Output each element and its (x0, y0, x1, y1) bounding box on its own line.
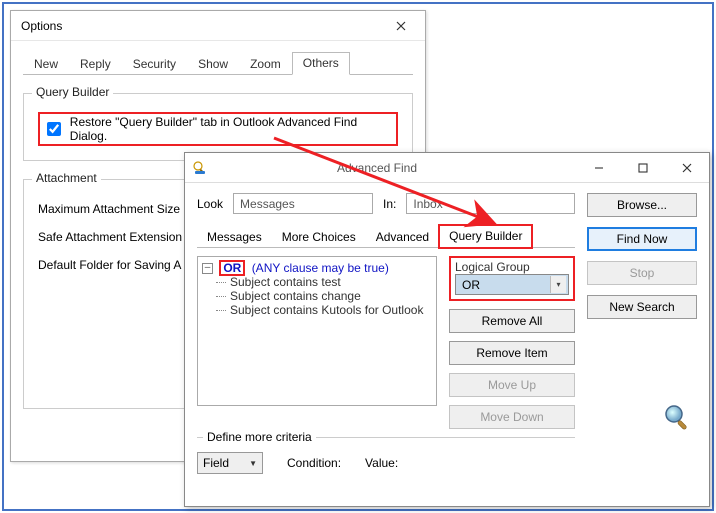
stop-button[interactable]: Stop (587, 261, 697, 285)
tab-security[interactable]: Security (122, 53, 187, 75)
options-close-button[interactable] (381, 12, 421, 40)
criteria-tree[interactable]: – OR (ANY clause may be true) Subject co… (197, 256, 437, 406)
triangle-down-icon: ▼ (249, 459, 257, 468)
define-more-criteria-group: Define more criteria Field▼ Condition: V… (197, 437, 575, 474)
remove-item-button[interactable]: Remove Item (449, 341, 575, 365)
define-legend: Define more criteria (203, 430, 316, 444)
restore-qb-row: Restore "Query Builder" tab in Outlook A… (38, 112, 398, 146)
remove-all-button[interactable]: Remove All (449, 309, 575, 333)
move-up-button[interactable]: Move Up (449, 373, 575, 397)
minimize-button[interactable] (577, 153, 621, 182)
af-tab-messages[interactable]: Messages (197, 226, 272, 248)
advanced-find-window: Advanced Find Look Messages In: Inbox Me… (184, 152, 710, 507)
tree-root-or[interactable]: OR (220, 261, 244, 275)
in-field[interactable]: Inbox (406, 193, 575, 214)
look-label: Look (197, 197, 223, 211)
query-builder-legend: Query Builder (32, 85, 113, 99)
logical-group-combo[interactable]: OR ▾ (455, 274, 569, 295)
look-field[interactable]: Messages (233, 193, 373, 214)
af-tab-advanced[interactable]: Advanced (366, 226, 439, 248)
tree-clause: Subject contains Kutools for Outlook (220, 303, 432, 317)
tab-others[interactable]: Others (292, 52, 350, 75)
af-tabstrip: Messages More Choices Advanced Query Bui… (197, 224, 575, 248)
query-builder-groupbox: Query Builder Restore "Query Builder" ta… (23, 93, 413, 161)
new-search-button[interactable]: New Search (587, 295, 697, 319)
options-title: Options (21, 19, 62, 33)
af-tab-query-builder[interactable]: Query Builder (439, 225, 532, 248)
options-titlebar: Options (11, 11, 425, 41)
restore-qb-checkbox[interactable] (47, 122, 61, 136)
field-button[interactable]: Field▼ (197, 452, 263, 474)
in-label: In: (383, 197, 396, 211)
tab-reply[interactable]: Reply (69, 53, 122, 75)
chevron-down-icon: ▾ (550, 276, 566, 293)
close-button[interactable] (665, 153, 709, 182)
move-down-button[interactable]: Move Down (449, 405, 575, 429)
tree-clause: Subject contains test (220, 275, 432, 289)
tree-root-hint: (ANY clause may be true) (252, 261, 389, 275)
close-icon (396, 21, 406, 31)
attachment-legend: Attachment (32, 171, 101, 185)
tree-clause: Subject contains change (220, 289, 432, 303)
magnifier-icon (663, 403, 691, 434)
value-label: Value: (365, 456, 398, 470)
logical-group-label: Logical Group (455, 260, 569, 274)
tab-new[interactable]: New (23, 53, 69, 75)
tab-show[interactable]: Show (187, 53, 239, 75)
options-tabstrip: New Reply Security Show Zoom Others (23, 51, 413, 75)
maximize-button[interactable] (621, 153, 665, 182)
condition-label: Condition: (287, 456, 341, 470)
restore-qb-label: Restore "Query Builder" tab in Outlook A… (70, 115, 393, 143)
tab-zoom[interactable]: Zoom (239, 53, 292, 75)
tree-collapse-icon[interactable]: – (202, 263, 213, 274)
af-tab-more-choices[interactable]: More Choices (272, 226, 366, 248)
advanced-find-title: Advanced Find (185, 161, 569, 175)
find-now-button[interactable]: Find Now (587, 227, 697, 251)
browse-button[interactable]: Browse... (587, 193, 697, 217)
advanced-find-titlebar: Advanced Find (185, 153, 709, 183)
